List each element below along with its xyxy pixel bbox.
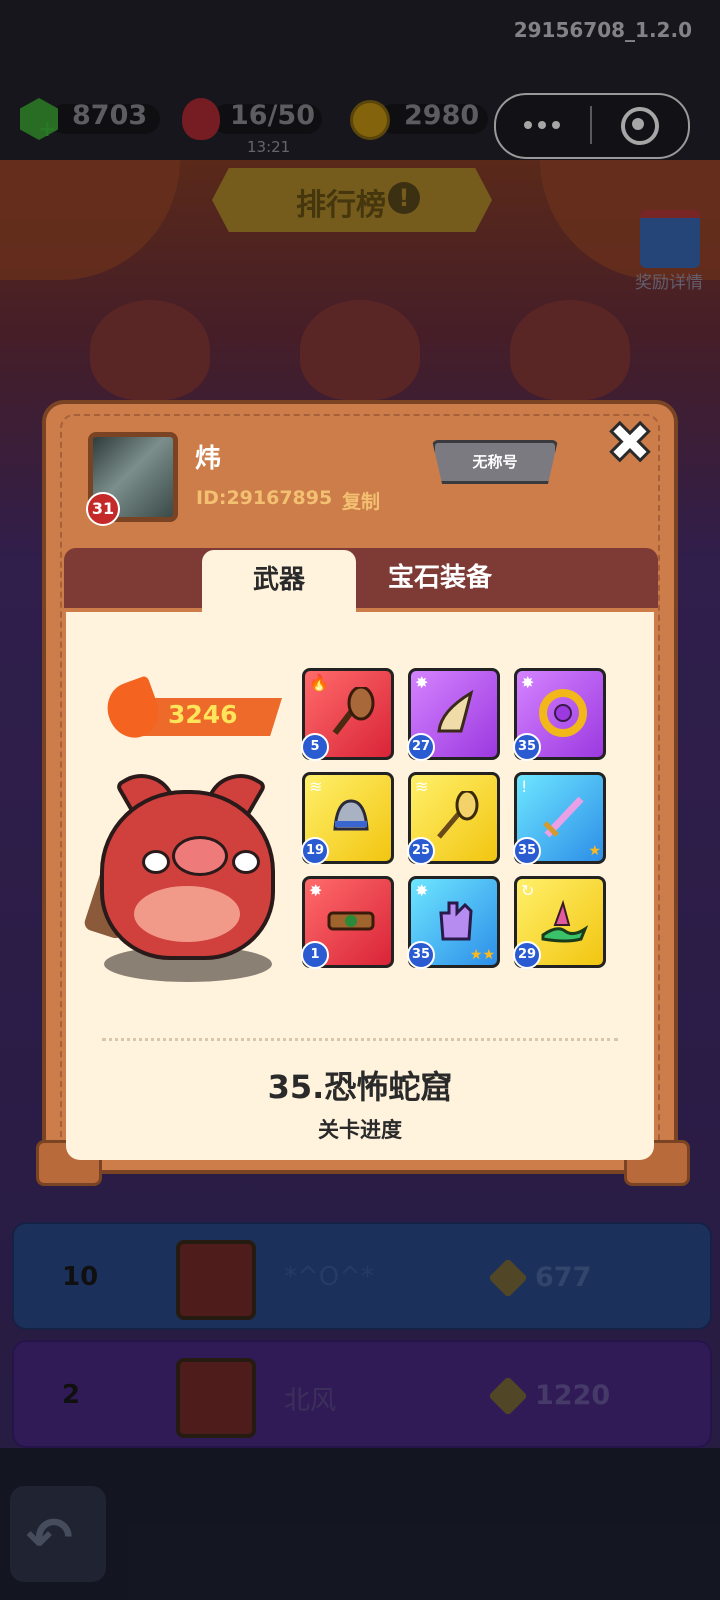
spark-icon: ✸	[521, 673, 535, 692]
equipment-level: 5	[301, 733, 329, 761]
spark-icon: ✸	[415, 881, 429, 900]
equipment-level: 27	[407, 733, 435, 761]
tab-gem-equipment[interactable]: 宝石装备	[360, 550, 520, 606]
equipment-level: 1	[301, 941, 329, 969]
stage-name: 35.恐怖蛇窟	[267, 1068, 453, 1106]
equipment-level: 19	[301, 837, 329, 865]
level-badge: 31	[86, 492, 120, 526]
equipment-level: 25	[407, 837, 435, 865]
wind-element-icon: ≋	[415, 777, 429, 796]
equipment-slot-dragon[interactable]: ↻ 29	[513, 876, 606, 969]
feather-staff-icon	[437, 791, 479, 839]
equipment-level: 29	[513, 941, 541, 969]
power-value: 3246	[168, 700, 238, 729]
spark-icon: ✸	[309, 881, 323, 900]
spark-icon: ✸	[415, 673, 429, 692]
equipment-level: 35	[513, 733, 541, 761]
bell-icon	[333, 799, 369, 831]
equipment-slot-sword[interactable]: ! 35 ★	[513, 772, 606, 865]
dotted-divider	[102, 1038, 618, 1041]
pig-eye	[232, 850, 260, 874]
equipment-slot-gold-ring[interactable]: ✸ 35	[513, 668, 606, 761]
cycle-icon: ↻	[521, 881, 535, 900]
sword-icon	[543, 796, 584, 838]
equipment-slot-bell[interactable]: ≋ 19	[301, 772, 394, 865]
equipment-slot-glove[interactable]: ✸ 35 ★★	[407, 876, 500, 969]
player-name: 炜	[195, 444, 222, 474]
player-id: ID:29167895	[196, 487, 333, 509]
ring-icon	[539, 689, 587, 737]
equipment-slot-leaf-broom[interactable]: 🔥 5	[301, 668, 394, 761]
equipment-slot-belt[interactable]: ✸ 1	[301, 876, 394, 969]
wind-element-icon: ≋	[309, 777, 323, 796]
equipment-slot-horn[interactable]: ✸ 27	[407, 668, 500, 761]
pig-snout	[172, 836, 228, 876]
equipment-slot-feather-staff[interactable]: ≋ 25	[407, 772, 500, 865]
belt-icon	[327, 911, 375, 931]
equipment-level: 35	[513, 837, 541, 865]
tab-weapons[interactable]: 武器	[202, 550, 356, 616]
equipment-level: 35	[407, 941, 435, 969]
star-icon: ★	[588, 843, 601, 859]
close-icon[interactable]: ✖	[604, 414, 656, 473]
glove-icon	[439, 901, 473, 941]
dragon-icon	[541, 899, 589, 943]
attack-icon: !	[521, 777, 528, 796]
pig-belly	[134, 886, 240, 942]
pig-eye	[142, 850, 170, 874]
leaf-broom-icon	[332, 687, 375, 735]
horn-icon	[437, 689, 474, 733]
stage-progress-label: 关卡进度	[318, 1118, 402, 1142]
star-icon: ★★	[469, 947, 495, 963]
title-badge: 无称号	[432, 440, 558, 484]
copy-id-button[interactable]: 复制	[342, 487, 380, 514]
